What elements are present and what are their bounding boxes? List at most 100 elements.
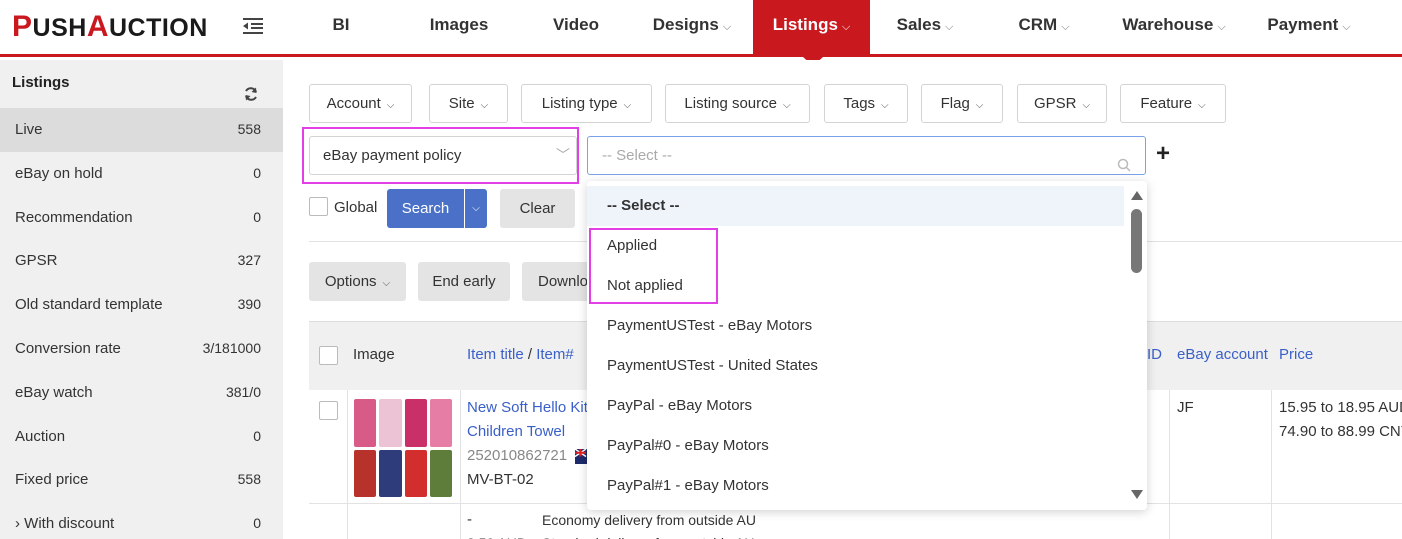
filter-label: Site xyxy=(448,95,475,112)
options-label: Options xyxy=(324,273,377,290)
filter-site-button[interactable]: Site ⌵ xyxy=(429,84,508,123)
dropdown-option[interactable]: PaymentUSTest - United States xyxy=(587,346,1124,386)
scroll-down-icon[interactable] xyxy=(1131,490,1143,499)
filter-tags-button[interactable]: Tags ⌵ xyxy=(824,84,908,123)
sidebar-item-old-standard-template[interactable]: Old standard template 390 xyxy=(0,283,283,327)
nav-sales[interactable]: Sales ⌵ xyxy=(885,0,965,54)
scroll-up-icon[interactable] xyxy=(1131,191,1143,200)
select-all-checkbox[interactable] xyxy=(319,346,338,365)
column-divider xyxy=(347,390,348,539)
nav-designs[interactable]: Designs ⌵ xyxy=(640,0,744,54)
nav-bi[interactable]: BI xyxy=(308,0,374,54)
column-divider xyxy=(1271,390,1272,539)
shipping-economy: Economy delivery from outside AU xyxy=(542,512,756,528)
nav-warehouse[interactable]: Warehouse ⌵ xyxy=(1110,0,1238,54)
refresh-icon[interactable] xyxy=(243,75,259,101)
nav-payment[interactable]: Payment ⌵ xyxy=(1256,0,1362,54)
dropdown-option[interactable]: PayPal#1 - eBay Motors xyxy=(587,466,1124,506)
chevron-down-icon: ⌵ xyxy=(1082,100,1091,111)
sidebar-item-ebay-watch[interactable]: eBay watch 381/0 xyxy=(0,371,283,415)
filter-flag-button[interactable]: Flag ⌵ xyxy=(921,84,1003,123)
header-ebay-account[interactable]: eBay account xyxy=(1177,346,1268,363)
filter-listing-source-button[interactable]: Listing source ⌵ xyxy=(665,84,810,123)
options-button[interactable]: Options ⌵ xyxy=(309,262,406,301)
sidebar-item-count: 558 xyxy=(237,121,261,137)
item-title-link-line2[interactable]: Children Towel xyxy=(467,420,565,444)
shipping-amount: 3.50 AUD xyxy=(467,531,527,539)
download-label: Downlo xyxy=(538,273,589,290)
global-checkbox[interactable] xyxy=(309,197,328,216)
filter-account-button[interactable]: Account ⌵ xyxy=(309,84,412,123)
row-checkbox[interactable] xyxy=(319,401,338,420)
sidebar-item-count: 0 xyxy=(253,427,261,444)
column-divider xyxy=(1169,390,1170,539)
logo-text-ush: USH xyxy=(32,14,87,42)
sidebar-item-auction[interactable]: Auction 0 xyxy=(0,415,283,459)
search-button[interactable]: Search xyxy=(387,189,464,228)
product-thumbnail[interactable] xyxy=(354,399,452,497)
sidebar-item-with-discount[interactable]: › With discount 0 xyxy=(0,502,283,539)
nav-label: Listings xyxy=(772,15,838,34)
filter-label: Listing source xyxy=(684,95,777,112)
item-title-link[interactable]: New Soft Hello Kit xyxy=(467,396,588,420)
sort-item-number[interactable]: Item# xyxy=(536,346,574,363)
filter-label: Account xyxy=(326,95,381,112)
sidebar-item-count: 0 xyxy=(253,515,261,532)
nav-label: BI xyxy=(332,15,350,34)
scrollbar-thumb[interactable] xyxy=(1131,209,1142,273)
clear-button[interactable]: Clear xyxy=(500,189,575,228)
sidebar-item-label: Old standard template xyxy=(15,296,163,314)
sidebar-item-gpsr[interactable]: GPSR 327 xyxy=(0,239,283,283)
sidebar-item-fixed-price[interactable]: Fixed price 558 xyxy=(0,458,283,502)
chevron-down-icon: ⌵ xyxy=(722,21,732,33)
nav-video[interactable]: Video xyxy=(536,0,616,54)
sort-item-title[interactable]: Item title xyxy=(467,346,524,363)
dropdown-option[interactable]: PayPal - eBay Motors xyxy=(587,386,1124,426)
nav-crm[interactable]: CRM ⌵ xyxy=(1004,0,1084,54)
sidebar-item-label: eBay watch xyxy=(15,383,93,401)
end-early-label: End early xyxy=(432,273,496,290)
header-id[interactable]: ID xyxy=(1147,346,1162,363)
sidebar-item-ebay-on-hold[interactable]: eBay on hold 0 xyxy=(0,152,283,196)
sidebar-item-label: Fixed price xyxy=(15,471,89,489)
logo-text-uction: UCTION xyxy=(108,14,208,42)
dropdown-option[interactable]: PaymentUSTest - eBay Motors xyxy=(587,306,1124,346)
chevron-down-icon: ⌵ xyxy=(472,203,480,214)
chevron-down-icon: ⌵ xyxy=(782,100,791,111)
end-early-button[interactable]: End early xyxy=(418,262,510,301)
dropdown-option[interactable]: PayPal#0 - eBay Motors xyxy=(587,426,1124,466)
sidebar-item-count: 3/181000 xyxy=(202,339,261,356)
sidebar-item-live[interactable]: Live 558 xyxy=(0,108,283,152)
collapse-menu-icon[interactable] xyxy=(241,14,265,38)
item-id: 252010862721 xyxy=(467,447,568,464)
chevron-down-icon: ⌵ xyxy=(1061,21,1070,33)
dropdown-scrollbar[interactable] xyxy=(1125,181,1147,510)
chevron-down-icon: ⌵ xyxy=(945,21,954,33)
header-price[interactable]: Price xyxy=(1279,346,1313,363)
search-icon xyxy=(1117,149,1131,172)
chevron-down-icon: ⌵ xyxy=(1342,21,1351,33)
dropdown-option-select[interactable]: -- Select -- xyxy=(587,186,1124,226)
header-item-title[interactable]: Item title / Item# xyxy=(467,346,574,363)
add-filter-button[interactable]: + xyxy=(1156,142,1170,166)
sidebar-item-conversion-rate[interactable]: Conversion rate 3/181000 xyxy=(0,327,283,371)
sidebar-item-label: Live xyxy=(15,121,43,138)
filter-value-select[interactable]: -- Select -- xyxy=(587,136,1146,175)
search-dropdown-button[interactable]: ⌵ xyxy=(465,189,487,228)
sidebar-item-count: 327 xyxy=(237,252,261,269)
chevron-down-icon: ⌵ xyxy=(841,21,851,33)
filter-gpsr-button[interactable]: GPSR ⌵ xyxy=(1017,84,1107,123)
chevron-down-icon: ⌵ xyxy=(1198,100,1206,111)
sidebar-item-label: eBay on hold xyxy=(15,164,103,182)
logo[interactable]: PUSHAUCTION xyxy=(12,10,208,44)
sidebar-item-count: 390 xyxy=(237,296,261,313)
nav-images[interactable]: Images xyxy=(410,0,508,54)
sidebar-item-label: Recommendation xyxy=(15,208,133,226)
filter-listing-type-button[interactable]: Listing type ⌵ xyxy=(521,84,652,123)
sidebar-item-label: › With discount xyxy=(15,515,115,533)
sidebar-item-recommendation[interactable]: Recommendation 0 xyxy=(0,196,283,240)
filter-label: Feature xyxy=(1140,95,1193,112)
filter-feature-button[interactable]: Feature ⌵ xyxy=(1120,84,1226,123)
nav-listings[interactable]: Listings ⌵ xyxy=(753,0,870,54)
item-sku: MV-BT-02 xyxy=(467,471,534,488)
